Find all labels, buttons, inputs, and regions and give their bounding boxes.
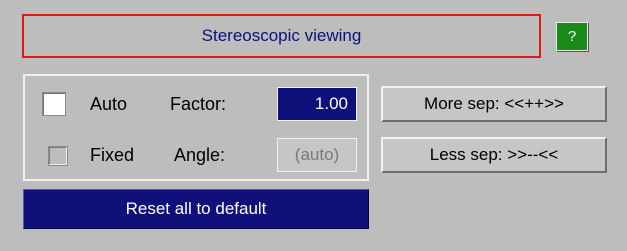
reset-all-label: Reset all to default <box>125 199 267 218</box>
factor-value: 1.00 <box>314 94 348 113</box>
auto-checkbox[interactable] <box>42 92 66 116</box>
auto-label: Auto <box>90 94 128 114</box>
reset-all-button[interactable]: Reset all to default <box>23 189 369 229</box>
help-button-label: ? <box>567 28 577 45</box>
angle-label: Angle: <box>174 145 226 165</box>
angle-input[interactable]: (auto) <box>277 138 357 172</box>
less-separation-button[interactable]: Less sep: >>--<< <box>381 137 607 173</box>
more-separation-label: More sep: <<++>> <box>424 94 564 113</box>
help-button[interactable]: ? <box>556 22 588 51</box>
panel-title: Stereoscopic viewing <box>22 14 541 58</box>
less-separation-label: Less sep: >>--<< <box>429 145 559 164</box>
factor-label: Factor: <box>170 94 227 114</box>
fixed-label: Fixed <box>90 145 135 165</box>
fixed-checkbox[interactable] <box>48 146 68 166</box>
angle-value: (auto) <box>294 145 340 164</box>
factor-input[interactable]: 1.00 <box>277 87 357 121</box>
more-separation-button[interactable]: More sep: <<++>> <box>381 86 607 122</box>
panel-title-text: Stereoscopic viewing <box>201 26 362 45</box>
